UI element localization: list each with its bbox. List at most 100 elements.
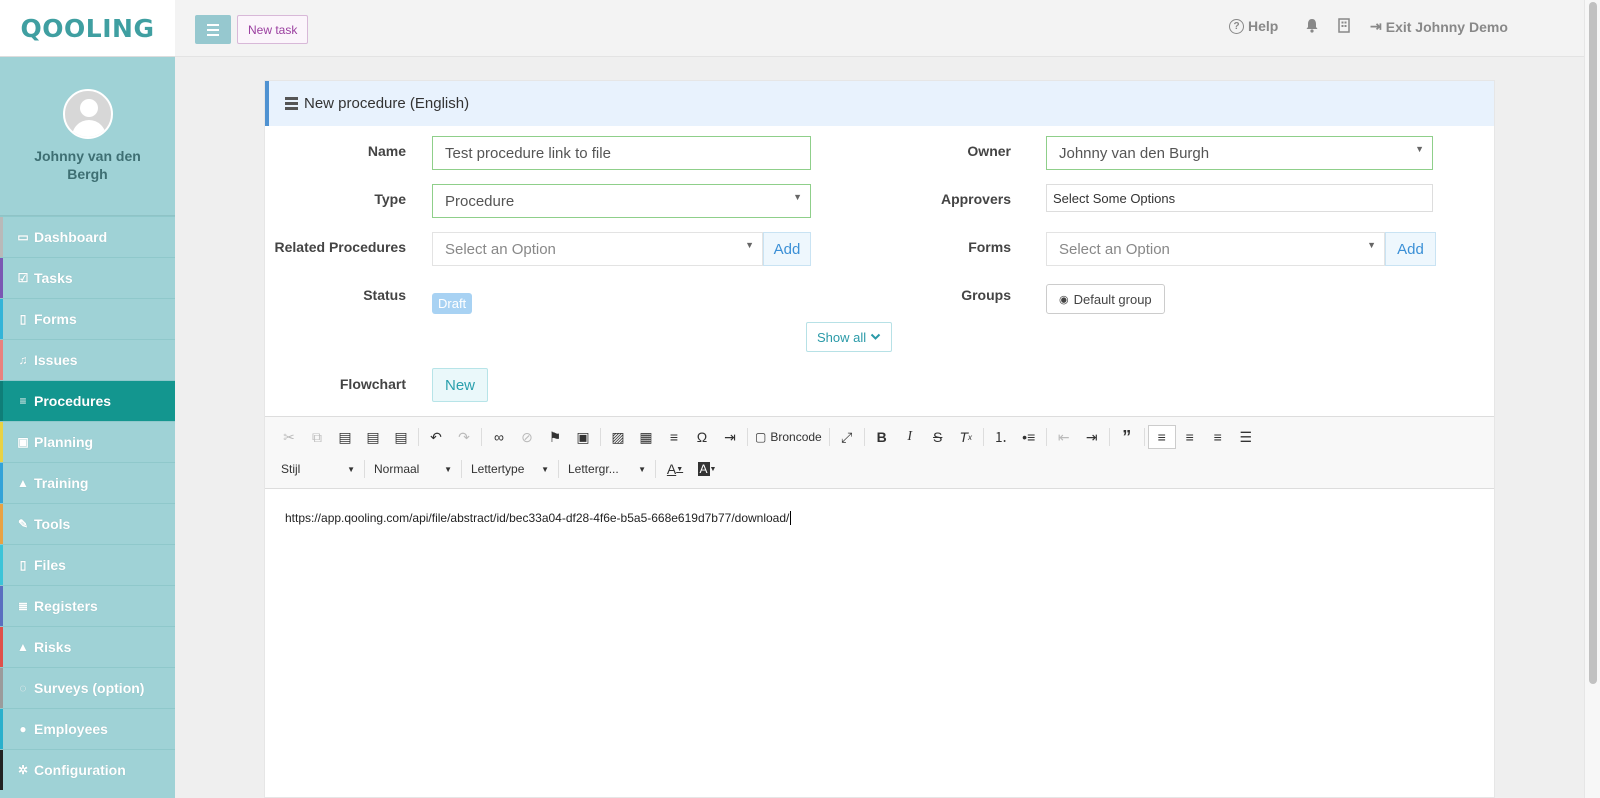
new-flowchart-button[interactable]: New: [432, 368, 489, 402]
sidebar-item-label: Procedures: [34, 393, 112, 409]
bulleted-list-icon[interactable]: •≡: [1015, 425, 1043, 449]
caret-down-icon: ▼: [745, 240, 754, 250]
sidebar-item-surveys-option[interactable]: ◌ Surveys (option): [0, 667, 175, 708]
italic-icon[interactable]: I: [896, 425, 924, 449]
name-input[interactable]: Test procedure link to file: [432, 136, 811, 170]
link-icon[interactable]: ∞: [485, 425, 513, 449]
paste-word-icon[interactable]: ▤: [387, 425, 415, 449]
sidebar-item-tools[interactable]: ✎ Tools: [0, 503, 175, 544]
forms-label: Forms: [968, 239, 1011, 255]
undo-icon[interactable]: ↶: [422, 425, 450, 449]
comment-icon: ◌: [19, 681, 27, 695]
sidebar-item-label: Dashboard: [34, 229, 108, 245]
sidebar-item-dashboard[interactable]: ▭ Dashboard: [0, 216, 175, 257]
numbered-list-icon[interactable]: ⒈: [987, 425, 1015, 449]
sidebar-item-procedures[interactable]: ≡ Procedures: [0, 380, 175, 421]
sidebar-item-tasks[interactable]: ☑ Tasks: [0, 257, 175, 298]
remove-format-icon[interactable]: Tx: [952, 425, 980, 449]
exit-demo-link[interactable]: ⇥ Exit Johnny Demo: [1370, 18, 1508, 35]
sidebar-item-risks[interactable]: ▲ Risks: [0, 626, 175, 667]
unlink-icon[interactable]: ⊘: [513, 425, 541, 449]
sidebar-item-files[interactable]: ▯ Files: [0, 544, 175, 585]
sidebar-item-planning[interactable]: ▣ Planning: [0, 421, 175, 462]
show-all-button[interactable]: Show all: [806, 322, 893, 352]
notifications-button[interactable]: [1305, 18, 1319, 33]
paste-icon[interactable]: ▤: [331, 425, 359, 449]
building-button[interactable]: [1338, 18, 1350, 33]
anchor-flag-icon[interactable]: ⚑: [541, 425, 569, 449]
panel-title: New procedure (English): [304, 95, 470, 112]
avatar[interactable]: [62, 89, 113, 139]
text-color-icon[interactable]: A ▼: [659, 457, 691, 481]
source-code-button[interactable]: ▢ Broncode: [751, 425, 826, 449]
scrollbar-thumb[interactable]: [1589, 2, 1597, 684]
menu-toggle-button[interactable]: [195, 15, 231, 44]
horizontal-line-icon[interactable]: ≡: [660, 425, 688, 449]
name-value: Test procedure link to file: [445, 144, 611, 162]
table-icon[interactable]: ▦: [632, 425, 660, 449]
sidebar-item-training[interactable]: ▲ Training: [0, 462, 175, 503]
sidebar-item-label: Risks: [34, 639, 72, 655]
editor-content-area[interactable]: https://app.qooling.com/api/file/abstrac…: [265, 489, 1494, 547]
font-size-combo[interactable]: Lettergr... ▼: [562, 457, 652, 481]
users-icon: ●: [19, 722, 27, 736]
strikethrough-icon[interactable]: S: [924, 425, 952, 449]
logo-area[interactable]: QOOLING: [0, 0, 175, 57]
sidebar-item-issues[interactable]: ♫ Issues: [0, 339, 175, 380]
add-form-button[interactable]: Add: [1385, 232, 1436, 266]
blockquote-icon[interactable]: ”: [1113, 425, 1141, 449]
font-combo[interactable]: Lettertype ▼: [465, 457, 555, 481]
redo-icon[interactable]: ↷: [450, 425, 478, 449]
sidebar-item-label: Training: [34, 475, 89, 491]
sidebar-item-forms[interactable]: ▯ Forms: [0, 298, 175, 339]
copy-icon[interactable]: ⧉: [303, 425, 331, 449]
format-combo[interactable]: Normaal ▼: [368, 457, 458, 481]
calendar-icon: ▣: [17, 435, 29, 449]
background-color-icon[interactable]: A ▼: [691, 457, 723, 481]
type-select[interactable]: Procedure ▼: [432, 184, 811, 218]
type-value: Procedure: [445, 192, 515, 210]
related-procedures-label: Related Procedures: [274, 239, 407, 255]
bell-icon: ♫: [18, 353, 28, 367]
forms-select[interactable]: Select an Option ▼: [1046, 232, 1385, 266]
sidebar: QOOLING Johnny van den Bergh ▭ Dashboard ☑…: [0, 0, 175, 798]
font-combo-label: Lettertype: [471, 462, 525, 476]
justify-icon[interactable]: ☰: [1232, 425, 1260, 449]
paste-text-icon[interactable]: ▤: [359, 425, 387, 449]
indent-icon[interactable]: ⇥: [1078, 425, 1106, 449]
file-link-icon[interactable]: ▣: [569, 425, 597, 449]
sidebar-item-label: Forms: [34, 311, 77, 327]
cut-icon[interactable]: ✂: [275, 425, 303, 449]
default-group-button[interactable]: ◉ Default group: [1046, 284, 1165, 314]
align-right-icon[interactable]: ≡: [1204, 425, 1232, 449]
wrench-icon: ✎: [17, 517, 29, 531]
related-procedures-select[interactable]: Select an Option ▼: [432, 232, 763, 266]
add-related-procedure-button[interactable]: Add: [763, 232, 811, 266]
exit-label: Exit Johnny Demo: [1385, 18, 1508, 35]
approvers-multiselect[interactable]: Select Some Options: [1046, 184, 1433, 212]
forms-placeholder: Select an Option: [1059, 240, 1170, 258]
align-left-icon[interactable]: ≡: [1147, 425, 1176, 449]
help-link[interactable]: ? Help: [1229, 18, 1278, 34]
sidebar-item-employees[interactable]: ● Employees: [0, 708, 175, 749]
procedures-icon: ≡: [19, 394, 27, 408]
sidebar-item-registers[interactable]: ≣ Registers: [0, 585, 175, 626]
qooling-logo: QOOLING: [20, 13, 155, 43]
rich-text-editor: ✂ ⧉ ▤ ▤ ▤ ↶ ↷ ∞ ⊘ ⚑ ▣ ▨ ▦ ≡ Ω ⇥ ▢ Bronco…: [265, 416, 1494, 797]
new-task-button[interactable]: New task: [237, 15, 309, 44]
special-char-omega-icon[interactable]: Ω: [688, 425, 716, 449]
sidebar-item-label: Tools: [34, 516, 71, 532]
page-break-icon[interactable]: ⇥: [716, 425, 744, 449]
maximize-icon[interactable]: ⤢: [833, 425, 861, 449]
sidebar-item-configuration[interactable]: ✲ Configuration: [0, 749, 175, 790]
align-center-icon[interactable]: ≡: [1176, 425, 1204, 449]
bold-icon[interactable]: B: [868, 425, 896, 449]
related-procedures-placeholder: Select an Option: [445, 240, 556, 258]
type-label: Type: [374, 191, 406, 207]
style-combo[interactable]: Stijl ▼: [275, 457, 361, 481]
outdent-icon[interactable]: ⇤: [1050, 425, 1078, 449]
scrollbar[interactable]: [1584, 0, 1600, 798]
owner-select[interactable]: Johnny van den Burgh ▼: [1046, 136, 1433, 170]
show-all-label: Show all: [817, 329, 867, 345]
image-icon[interactable]: ▨: [604, 425, 632, 449]
